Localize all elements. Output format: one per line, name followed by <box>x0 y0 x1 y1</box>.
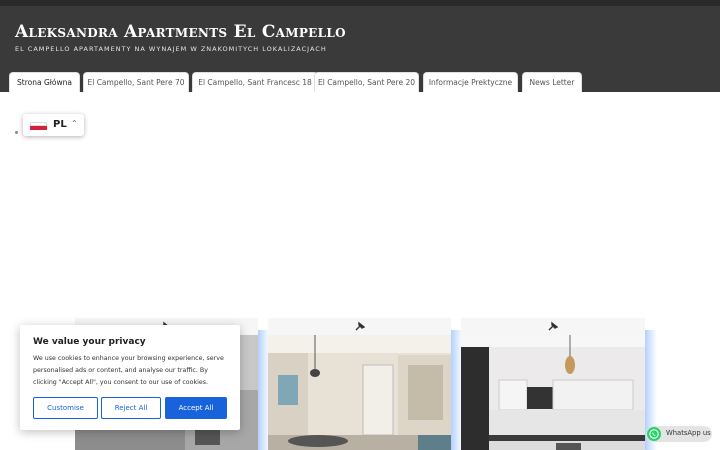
apartment-living-room-photo <box>268 335 451 450</box>
apartment-card[interactable] <box>268 318 451 450</box>
whatsapp-icon <box>647 427 661 441</box>
apartment-kitchen-photo <box>461 335 645 450</box>
site-header: Aleksandra Apartments El Campello El Cam… <box>0 6 720 92</box>
nav-tab-informacje[interactable]: Informacje Prektyczne <box>423 72 518 92</box>
language-code: PL <box>53 119 67 130</box>
nav-tab-sant-francesc-18[interactable]: El Campello, Sant Francesc 18 <box>192 72 318 92</box>
list-bullet <box>15 131 18 134</box>
whatsapp-label: WhatsApp us <box>666 429 711 437</box>
poland-flag-icon <box>30 122 47 130</box>
cookie-text: We use cookies to enhance your browsing … <box>33 355 224 386</box>
cookie-consent-banner: We value your privacy We use cookies to … <box>20 325 240 430</box>
reject-all-button[interactable]: Reject All <box>101 397 161 419</box>
apartment-card[interactable] <box>461 318 645 450</box>
site-tagline: El Campello apartamenty na wynajem w zna… <box>15 45 327 53</box>
customise-button[interactable]: Customise <box>33 397 98 419</box>
accept-all-button[interactable]: Accept All <box>165 397 227 419</box>
whatsapp-button[interactable]: WhatsApp us <box>646 426 712 442</box>
nav-tab-newsletter[interactable]: News Letter <box>522 72 582 92</box>
pin-icon <box>548 321 559 331</box>
cookie-title: We value your privacy <box>33 337 146 347</box>
site-title[interactable]: Aleksandra Apartments El Campello <box>15 22 346 42</box>
chevron-up-icon: ⌃ <box>71 119 78 128</box>
nav-tab-sant-pere-70[interactable]: El Campello, Sant Pere 70 <box>83 72 189 92</box>
language-switcher[interactable]: PL ⌃ <box>23 114 84 136</box>
nav-tab-sant-pere-20[interactable]: El Campello, Sant Pere 20 <box>314 72 419 92</box>
pin-icon <box>355 321 366 331</box>
nav-tab-home[interactable]: Strona Główna <box>9 72 80 92</box>
